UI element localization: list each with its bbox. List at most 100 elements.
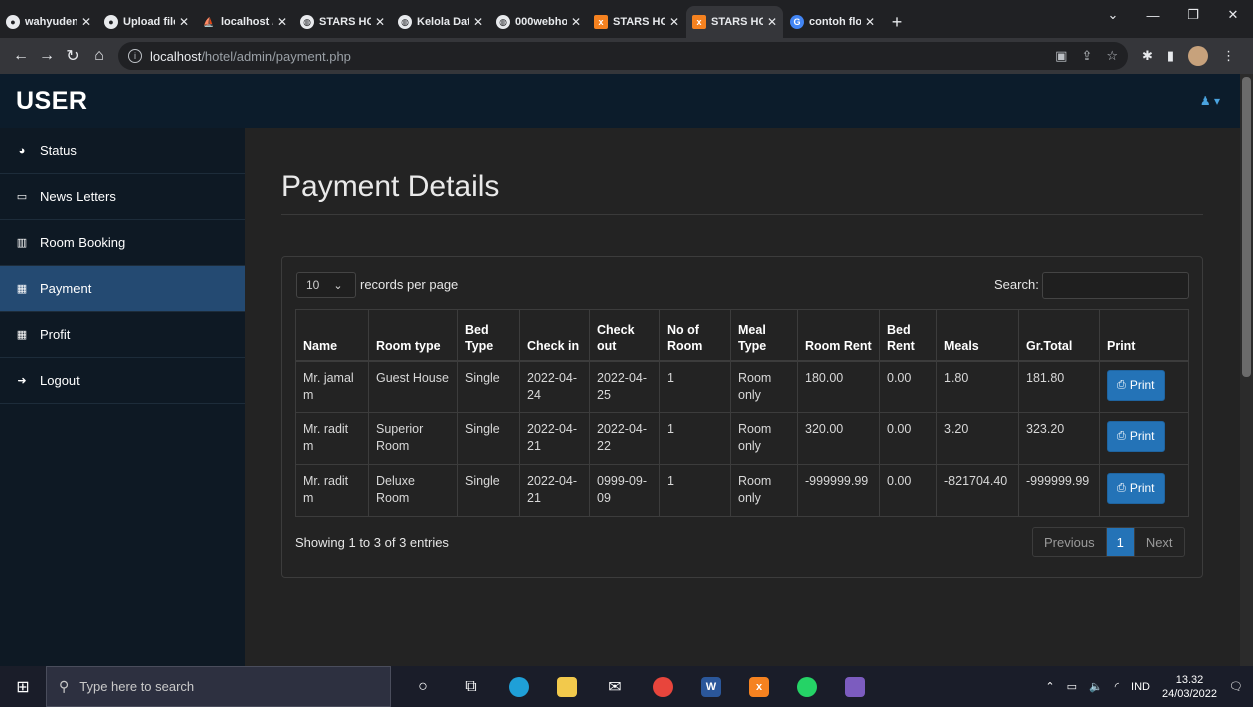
edge-icon[interactable]	[495, 666, 543, 707]
url-path: /hotel/admin/payment.php	[201, 48, 351, 64]
search-label: Search:	[994, 277, 1039, 292]
window-controls: ⌄ — ❐ ✕	[1093, 0, 1253, 30]
sidebar-item-news-letters[interactable]: ▭ News Letters	[0, 174, 245, 220]
sidebar-item-payment[interactable]: ▦ Payment	[0, 266, 245, 312]
column-header[interactable]: Bed Type	[457, 309, 520, 362]
volume-icon[interactable]: 🔈	[1089, 680, 1103, 693]
previous-page-button[interactable]: Previous	[1033, 528, 1107, 556]
browser-tab[interactable]: ◍ Kelola Dat ✕	[392, 6, 489, 38]
column-header[interactable]: Check out	[589, 309, 660, 362]
extensions-icon[interactable]: ✱	[1142, 48, 1153, 64]
menu-kebab-icon[interactable]: ⋮	[1222, 48, 1235, 64]
side-panel-icon[interactable]: ▮	[1167, 48, 1174, 64]
column-header[interactable]: Gr.Total	[1018, 309, 1100, 362]
reload-icon[interactable]: ↻	[60, 46, 86, 66]
new-tab-button[interactable]: +	[882, 6, 912, 38]
chevron-down-icon: ⌄	[333, 279, 343, 292]
forward-icon[interactable]: →	[34, 47, 60, 65]
column-header[interactable]: Name	[295, 309, 369, 362]
column-header[interactable]: Check in	[519, 309, 590, 362]
close-tab-icon[interactable]: ✕	[375, 15, 385, 29]
file-explorer-icon[interactable]	[543, 666, 591, 707]
site-info-icon[interactable]: i	[128, 49, 142, 63]
close-window-button[interactable]: ✕	[1213, 7, 1253, 23]
tab-search-icon[interactable]: ⌄	[1093, 7, 1133, 23]
browser-tab[interactable]: ◍ 000webho ✕	[490, 6, 587, 38]
close-tab-icon[interactable]: ✕	[669, 15, 679, 29]
sidebar-item-profit[interactable]: ▦ Profit	[0, 312, 245, 358]
user-dropdown[interactable]: ♟ ▾	[1200, 94, 1220, 108]
column-header[interactable]: Room type	[368, 309, 458, 362]
xampp-icon[interactable]: x	[735, 666, 783, 707]
close-tab-icon[interactable]: ✕	[473, 15, 483, 29]
column-header[interactable]: Bed Rent	[879, 309, 937, 362]
cortana-icon[interactable]: ○	[399, 666, 447, 707]
print-button[interactable]: ⎙ Print	[1107, 473, 1165, 504]
column-header[interactable]: Meal Type	[730, 309, 798, 362]
scrollbar-thumb[interactable]	[1242, 77, 1251, 377]
browser-tab-strip: ● wahyuden ✕ ● Upload file ✕ ⛵ localhost / ✕ ◍…	[0, 0, 1253, 38]
clock[interactable]: 13.32 24/03/2022	[1162, 673, 1217, 701]
close-tab-icon[interactable]: ✕	[277, 15, 287, 29]
sidebar-item-status[interactable]: ◕ Status	[0, 128, 245, 174]
bookmark-star-icon[interactable]: ☆	[1106, 48, 1118, 64]
restore-button[interactable]: ❐	[1173, 7, 1213, 23]
battery-icon[interactable]: ▭	[1067, 680, 1077, 693]
table-row: Mr. jamal m Guest House Single 2022-04-2…	[295, 360, 1189, 413]
taskbar-search[interactable]: ⚲ Type here to search	[46, 666, 391, 707]
url-host: localhost	[150, 48, 202, 64]
word-icon[interactable]: W	[687, 666, 735, 707]
xampp-icon: x	[594, 15, 608, 29]
page-title: Payment Details	[281, 170, 500, 203]
column-header[interactable]: Meals	[936, 309, 1019, 362]
share-icon[interactable]: ⇪	[1081, 48, 1092, 64]
browser-tab[interactable]: ◍ STARS HO ✕	[294, 6, 391, 38]
notifications-icon[interactable]: 🗨	[1229, 680, 1243, 693]
browser-tab[interactable]: ● wahyuden ✕	[0, 6, 97, 38]
print-button[interactable]: ⎙ Print	[1107, 369, 1165, 401]
system-tray: ⌃ ▭ 🔈 ◜ IND 13.32 24/03/2022 🗨	[1045, 673, 1253, 701]
whatsapp-icon[interactable]	[783, 666, 831, 707]
close-tab-icon[interactable]: ✕	[81, 15, 91, 29]
tray-overflow-icon[interactable]: ⌃	[1045, 680, 1054, 693]
sidebar-item-room-booking[interactable]: ▥ Room Booking	[0, 220, 245, 266]
language-indicator[interactable]: IND	[1131, 681, 1150, 693]
mail-icon[interactable]: ✉	[591, 666, 639, 707]
browser-tab[interactable]: x STARS HO ✕	[588, 6, 685, 38]
browser-tab[interactable]: ● Upload file ✕	[98, 6, 195, 38]
close-tab-icon[interactable]: ✕	[767, 15, 777, 29]
table-row: Mr. radit m Deluxe Room Single 2022-04-2…	[295, 464, 1189, 517]
column-header[interactable]: No of Room	[659, 309, 731, 362]
records-per-page-select[interactable]: 10 ⌄	[296, 272, 356, 298]
minimize-button[interactable]: —	[1133, 8, 1173, 23]
chrome-icon[interactable]	[639, 666, 687, 707]
home-icon[interactable]: ⌂	[86, 47, 112, 65]
profile-avatar[interactable]	[1188, 46, 1209, 66]
close-tab-icon[interactable]: ✕	[571, 15, 581, 29]
column-header[interactable]: Room Rent	[797, 309, 880, 362]
close-tab-icon[interactable]: ✕	[179, 15, 189, 29]
search-input[interactable]	[1042, 272, 1189, 299]
url-bar[interactable]: i localhost/hotel/admin/payment.php ▣ ⇪ …	[118, 42, 1128, 70]
browser-tab[interactable]: Gcontoh flo ✕	[784, 6, 881, 38]
sidebar-item-logout[interactable]: ➜ Logout	[0, 358, 245, 404]
xampp-icon: x	[692, 15, 706, 29]
wifi-icon[interactable]: ◜	[1115, 680, 1119, 693]
desktop-icon: ▭	[16, 191, 28, 203]
back-icon[interactable]: ←	[8, 47, 34, 65]
close-tab-icon[interactable]: ✕	[865, 15, 875, 29]
vscode-icon[interactable]	[831, 666, 879, 707]
windows-start-icon[interactable]: ⊞	[0, 666, 46, 707]
print-button[interactable]: ⎙ Print	[1107, 421, 1165, 452]
records-per-page-label: records per page	[360, 277, 459, 292]
page-1-button[interactable]: 1	[1106, 528, 1135, 556]
dashboard-icon: ◕	[18, 144, 26, 157]
browser-tab[interactable]: ⛵ localhost / ✕	[196, 6, 293, 38]
task-view-icon[interactable]: ⧉	[447, 666, 495, 707]
next-page-button[interactable]: Next	[1135, 528, 1184, 556]
translate-icon[interactable]: ▣	[1055, 48, 1067, 64]
brand-title[interactable]: USER	[16, 87, 87, 116]
browser-tab-active[interactable]: x STARS HO ✕	[686, 6, 783, 38]
column-header: Print	[1099, 309, 1189, 362]
page-scrollbar[interactable]	[1240, 74, 1253, 666]
